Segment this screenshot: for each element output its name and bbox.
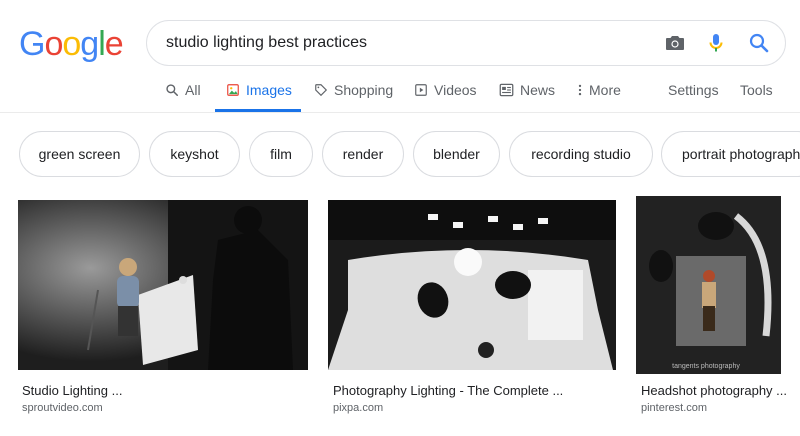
logo-letter: g <box>80 25 99 63</box>
chip-recording-studio[interactable]: recording studio <box>509 131 653 177</box>
result-image[interactable]: tangents photography <box>636 196 781 374</box>
tab-label: More <box>589 82 621 98</box>
tab-label: Settings <box>668 82 719 98</box>
tab-label: News <box>520 82 556 98</box>
newspaper-icon <box>499 83 514 97</box>
search-tabs: All Images Shopping Videos News More Set… <box>0 78 800 112</box>
more-vert-icon <box>578 84 582 96</box>
chip-blender[interactable]: blender <box>413 131 500 177</box>
studio-photo-thumbnail <box>18 200 308 370</box>
chip-label: render <box>342 146 384 162</box>
chip-green-screen[interactable]: green screen <box>19 131 140 177</box>
tab-label: Shopping <box>334 82 394 98</box>
search-input[interactable]: studio lighting best practices <box>166 34 367 52</box>
result-image[interactable] <box>328 200 616 370</box>
result-title[interactable]: Studio Lighting ... <box>22 383 122 398</box>
result-source[interactable]: sproutvideo.com <box>22 402 103 414</box>
tab-all[interactable]: All <box>165 78 201 112</box>
tab-shopping[interactable]: Shopping <box>314 78 393 112</box>
tab-images[interactable]: Images <box>215 78 301 112</box>
result-source[interactable]: pinterest.com <box>641 402 707 414</box>
chip-label: keyshot <box>170 146 219 162</box>
logo-letter: e <box>104 25 124 63</box>
tab-label: Tools <box>740 82 773 98</box>
chip-film[interactable]: film <box>249 131 313 177</box>
logo-letter: G <box>19 25 45 63</box>
result-source[interactable]: pixpa.com <box>333 402 383 414</box>
tab-label: All <box>185 82 201 98</box>
chip-label: recording studio <box>531 146 631 162</box>
chip-render[interactable]: render <box>322 131 404 177</box>
camera-icon[interactable] <box>663 31 687 55</box>
search-box[interactable]: studio lighting best practices <box>146 20 786 66</box>
search-icon <box>166 84 179 97</box>
chip-portrait-photograph[interactable]: portrait photograph <box>661 131 800 177</box>
logo-letter: o <box>62 25 81 63</box>
tab-videos[interactable]: Videos <box>414 78 477 112</box>
play-icon <box>415 84 427 96</box>
tag-icon <box>315 84 328 97</box>
search-icon[interactable] <box>747 31 771 55</box>
tab-label: Images <box>246 82 292 98</box>
result-title[interactable]: Photography Lighting - The Complete ... <box>333 383 563 398</box>
studio-photo-thumbnail <box>328 200 616 370</box>
microphone-icon[interactable] <box>704 31 728 55</box>
chip-label: blender <box>433 146 480 162</box>
tab-more[interactable]: More <box>577 78 621 112</box>
tools-link[interactable]: Tools <box>740 78 773 112</box>
watermark-text: tangents photography <box>672 363 740 370</box>
chip-label: green screen <box>38 146 121 162</box>
settings-link[interactable]: Settings <box>668 78 719 112</box>
tabs-divider <box>0 112 800 113</box>
google-logo[interactable]: Google <box>19 25 124 63</box>
tab-news[interactable]: News <box>499 78 555 112</box>
tab-label: Videos <box>434 82 477 98</box>
image-icon <box>227 84 239 96</box>
result-image[interactable] <box>18 200 308 370</box>
result-title[interactable]: Headshot photography ... <box>641 383 787 398</box>
logo-letter: o <box>44 25 63 63</box>
studio-photo-thumbnail: tangents photography <box>636 196 781 374</box>
chip-label: portrait photograph <box>682 146 800 162</box>
chip-label: film <box>270 146 292 162</box>
chip-keyshot[interactable]: keyshot <box>149 131 240 177</box>
